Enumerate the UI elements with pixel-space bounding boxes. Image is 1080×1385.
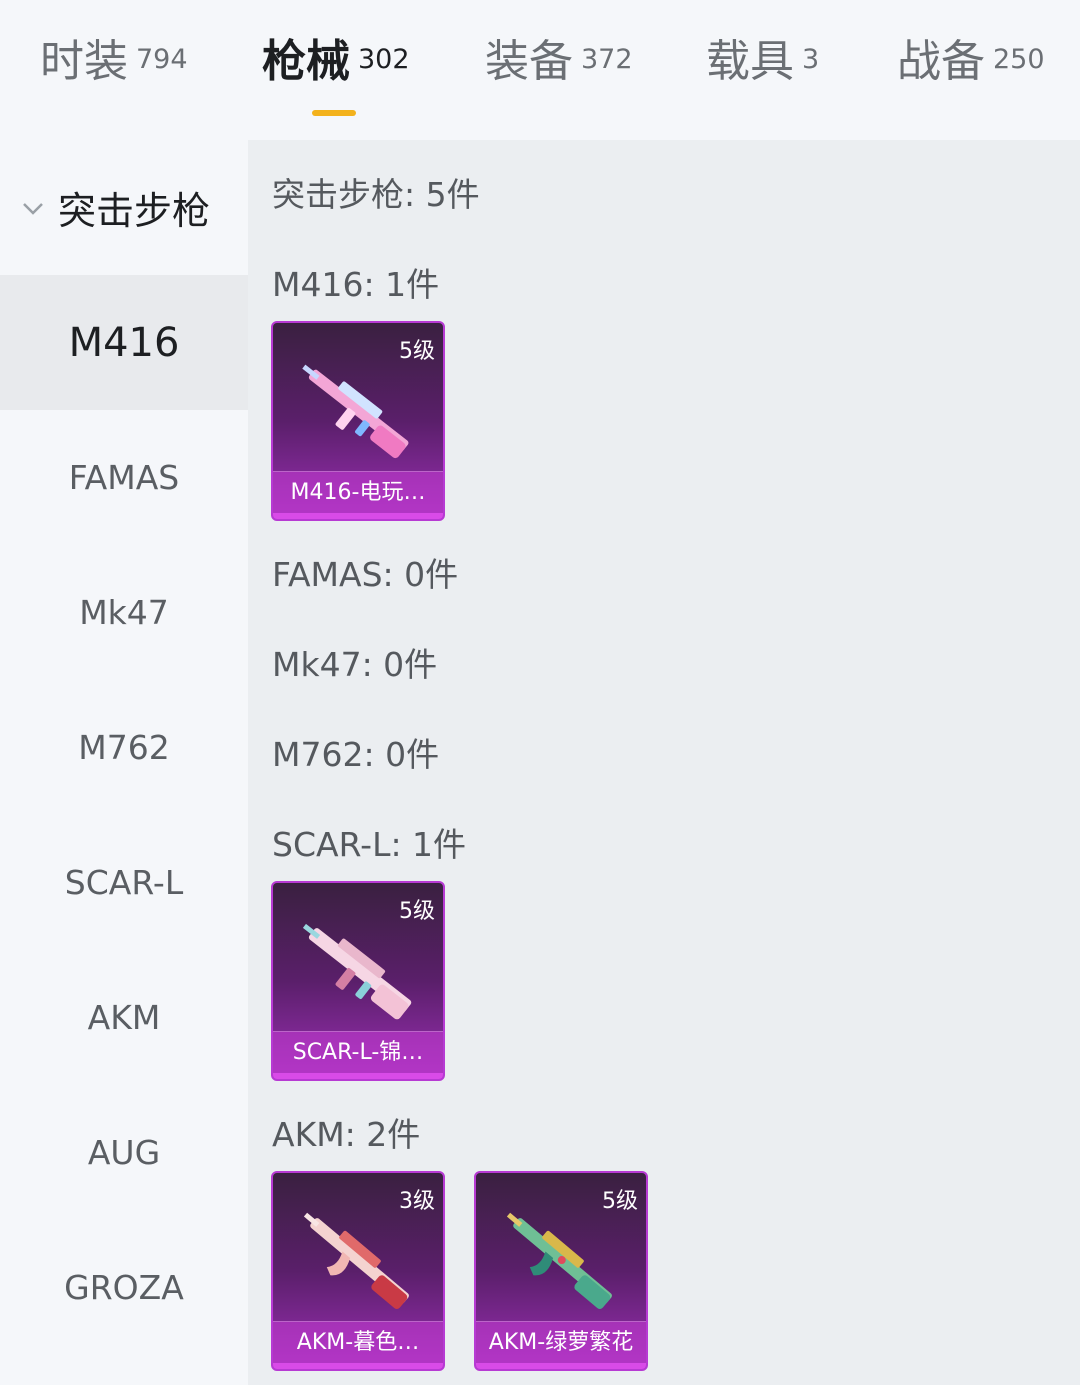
tab-label: 枪械 xyxy=(262,36,350,87)
sidebar-item-aug[interactable]: AUG xyxy=(0,1085,248,1220)
tab-count: 372 xyxy=(581,44,633,75)
tab-count: 302 xyxy=(358,44,410,75)
tab-label: 战备 xyxy=(897,36,985,87)
inventory-page: 时装 794 枪械 302 装备 372 载具 3 战备 250 突击步枪 M416 FA… xyxy=(0,0,1080,1385)
sidebar-item-scar-l[interactable]: SCAR-L xyxy=(0,815,248,950)
tab-label: 载具 xyxy=(706,36,794,87)
m416-skin-icon xyxy=(302,364,409,459)
weapon-list: 突击步枪: 5件 M416: 1件 5级 M416-电玩… FAMAS: 0件 … xyxy=(248,140,1080,1385)
section-title-m762: M762: 0件 xyxy=(272,735,440,774)
section-title-famas: FAMAS: 0件 xyxy=(272,555,459,594)
category-label: 突击步枪 xyxy=(58,189,211,233)
tab-label: 装备 xyxy=(485,36,573,87)
sidebar-item-m762[interactable]: M762 xyxy=(0,680,248,815)
sidebar-item-groza[interactable]: GROZA xyxy=(0,1220,248,1355)
scar-l-skin-icon xyxy=(302,923,412,1020)
tab-fashion[interactable]: 时装 794 xyxy=(40,40,188,120)
summary-count: 突击步枪: 5件 xyxy=(272,175,480,214)
skin-card[interactable]: 5级 M416-电玩… xyxy=(271,321,445,521)
tab-equipment[interactable]: 装备 372 xyxy=(485,40,633,120)
skin-name: SCAR-L-锦… xyxy=(273,1031,443,1073)
sidebar-item-famas[interactable]: FAMAS xyxy=(0,410,248,545)
sidebar-item-akm[interactable]: AKM xyxy=(0,950,248,1085)
section-title-akm: AKM: 2件 xyxy=(272,1115,421,1154)
skin-name: M416-电玩… xyxy=(273,471,443,513)
akm-skin-icon xyxy=(506,1212,612,1309)
sidebar-item-mk47[interactable]: Mk47 xyxy=(0,545,248,680)
skin-card[interactable]: 5级 SCAR-L-锦… xyxy=(271,881,445,1081)
tab-label: 时装 xyxy=(40,36,128,87)
tab-count: 250 xyxy=(993,44,1045,75)
weapon-sidebar: 突击步枪 M416 FAMAS Mk47 M762 SCAR-L AKM AUG… xyxy=(0,140,248,1385)
tab-count: 3 xyxy=(802,44,820,75)
chevron-down-icon xyxy=(23,202,43,215)
section-title-m416: M416: 1件 xyxy=(272,265,440,304)
category-tabs: 时装 794 枪械 302 装备 372 载具 3 战备 250 xyxy=(0,0,1080,140)
section-title-scar-l: SCAR-L: 1件 xyxy=(272,825,467,864)
category-header-assault-rifles[interactable]: 突击步枪 xyxy=(0,140,248,275)
tab-count: 794 xyxy=(136,44,188,75)
section-title-mk47: Mk47: 0件 xyxy=(272,645,438,684)
skin-card[interactable]: 3级 AKM-暮色… xyxy=(271,1171,445,1371)
sidebar-item-m416[interactable]: M416 xyxy=(0,275,248,410)
tab-firearms[interactable]: 枪械 302 xyxy=(262,40,410,120)
skin-name: AKM-暮色… xyxy=(273,1321,443,1363)
skin-name: AKM-绿萝繁花 xyxy=(476,1321,646,1363)
active-tab-indicator xyxy=(312,110,356,116)
akm-skin-icon xyxy=(303,1212,409,1309)
tab-supplies[interactable]: 战备 250 xyxy=(897,40,1045,120)
skin-card[interactable]: 5级 AKM-绿萝繁花 xyxy=(474,1171,648,1371)
tab-vehicles[interactable]: 载具 3 xyxy=(706,40,819,120)
